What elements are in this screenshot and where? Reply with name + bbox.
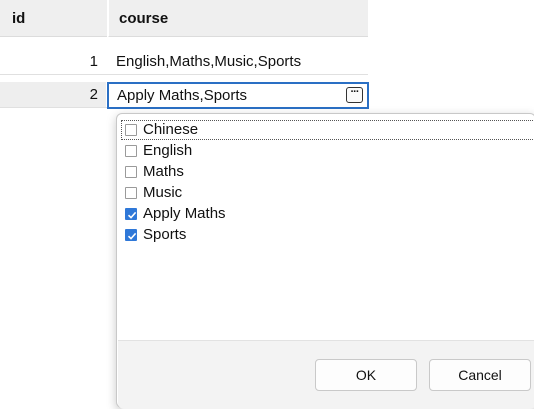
ellipsis-button[interactable]: ··· bbox=[346, 87, 363, 103]
checkbox[interactable] bbox=[125, 166, 137, 178]
check-icon bbox=[127, 232, 137, 240]
checkbox[interactable] bbox=[125, 124, 137, 136]
ok-button[interactable]: OK bbox=[315, 359, 417, 391]
list-item-english[interactable]: English bbox=[121, 141, 534, 161]
course-checklist[interactable]: Chinese English Maths Music Apply Maths bbox=[121, 120, 534, 336]
list-item-maths[interactable]: Maths bbox=[121, 162, 534, 182]
checkbox-checked[interactable] bbox=[125, 208, 137, 220]
list-item-chinese[interactable]: Chinese bbox=[121, 120, 534, 140]
checkbox[interactable] bbox=[125, 187, 137, 199]
check-icon bbox=[127, 211, 137, 219]
course-picker-popup: Chinese English Maths Music Apply Maths bbox=[116, 113, 534, 409]
checkbox[interactable] bbox=[125, 145, 137, 157]
list-item-label: Apply Maths bbox=[143, 205, 226, 222]
column-header-course[interactable]: course bbox=[108, 0, 368, 37]
cancel-button[interactable]: Cancel bbox=[429, 359, 531, 391]
course-cell-editor[interactable]: Apply Maths,Sports ··· bbox=[107, 82, 369, 109]
editor-value: Apply Maths,Sports bbox=[117, 87, 248, 104]
checkbox-checked[interactable] bbox=[125, 229, 137, 241]
list-item-label: Maths bbox=[143, 163, 184, 180]
list-item-label: Chinese bbox=[143, 121, 199, 138]
column-header-id[interactable]: id bbox=[0, 0, 107, 37]
list-item-apply-maths[interactable]: Apply Maths bbox=[121, 204, 534, 224]
cell-id[interactable]: 2 bbox=[0, 82, 106, 107]
cell-course[interactable]: English,Maths,Music,Sports bbox=[108, 49, 368, 74]
popup-footer: OK Cancel bbox=[118, 340, 534, 409]
list-item-label: Sports bbox=[143, 226, 187, 243]
list-item-music[interactable]: Music bbox=[121, 183, 534, 203]
list-item-label: English bbox=[143, 142, 193, 159]
list-item-sports[interactable]: Sports bbox=[121, 225, 534, 245]
table-row[interactable]: 1 English,Maths,Music,Sports bbox=[0, 49, 368, 75]
list-item-label: Music bbox=[143, 184, 183, 201]
cell-id[interactable]: 1 bbox=[0, 49, 106, 74]
